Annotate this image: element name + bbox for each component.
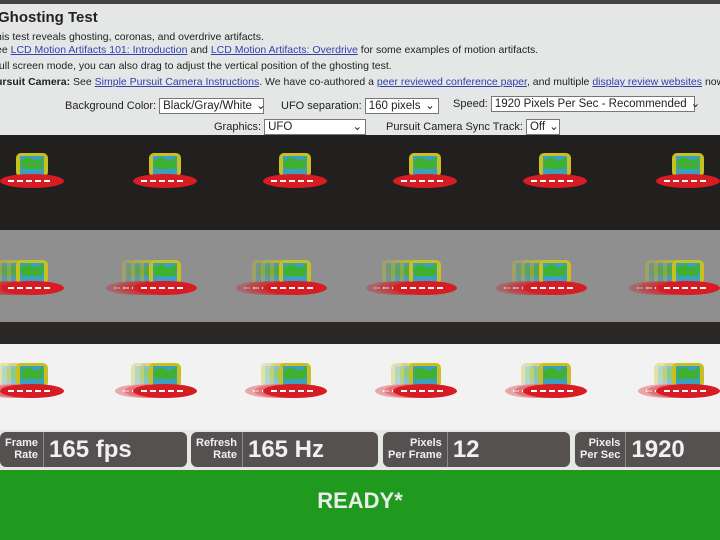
label-line: Rate	[213, 449, 237, 461]
label-line: Pixels	[410, 437, 442, 449]
label: Pursuit Camera Sync Track:	[386, 121, 523, 133]
value: UFO	[268, 121, 293, 133]
chevron-down-icon: ⌄	[549, 121, 559, 133]
label-line: Rate	[14, 449, 39, 461]
value: Black/Gray/White	[163, 100, 252, 112]
text: now use th	[704, 76, 720, 88]
page-title: Ghosting Test	[0, 9, 98, 26]
text: ee	[0, 44, 8, 56]
text: and	[187, 44, 211, 56]
label: Graphics:	[214, 121, 262, 133]
value: 160 pixels	[368, 100, 421, 112]
stat-label: Pixels Per Sec	[575, 432, 627, 467]
text: , and multiple	[526, 76, 593, 88]
ufo-sprite	[393, 153, 457, 188]
link-pursuit-instructions[interactable]: Simple Pursuit Camera Instructions	[95, 76, 260, 88]
stat-value: 12	[452, 436, 480, 463]
label-line: Pixels	[588, 437, 621, 449]
intro-line: his test reveals ghosting, coronas, and …	[0, 31, 264, 43]
speed-select[interactable]: 1920 Pixels Per Sec - Recommended ⌄	[490, 96, 700, 112]
link-review-websites[interactable]: display review websites	[592, 76, 702, 88]
chevron-down-icon: ⌄	[352, 121, 363, 133]
label-line: Refresh	[196, 437, 237, 449]
link-overdrive[interactable]: LCD Motion Artifacts: Overdrive	[211, 44, 358, 56]
label: UFO separation:	[281, 100, 362, 112]
fullscreen-line: full screen mode, you can also drag to a…	[0, 60, 392, 72]
value: 1920 Pixels Per Sec - Recommended	[494, 98, 687, 110]
page-header: Ghosting Test his test reveals ghosting,…	[0, 4, 720, 135]
refresh-rate-stat: Refresh Rate 165 Hz	[191, 432, 378, 467]
separation-select[interactable]: 160 pixels ⌄	[364, 98, 439, 114]
graphics-control: Graphics: UFO ⌄	[214, 119, 367, 135]
label: Speed:	[453, 98, 488, 110]
intro-links-line: ee LCD Motion Artifacts 101: Introductio…	[0, 44, 538, 56]
separation-control: UFO separation: 160 pixels ⌄	[281, 98, 439, 114]
ufo-sprite	[263, 153, 327, 188]
sync-track-select[interactable]: Off ⌄	[525, 119, 560, 135]
stat-value: 165 Hz	[247, 436, 325, 463]
stat-value: 165 fps	[49, 436, 132, 463]
graphics-select[interactable]: UFO ⌄	[264, 119, 367, 135]
background-select[interactable]: Black/Gray/White ⌄	[159, 98, 266, 114]
background-control: Background Color: Black/Gray/White ⌄	[65, 98, 266, 114]
ufo-sprite	[133, 153, 197, 188]
label: ursuit Camera:	[0, 76, 71, 88]
chevron-down-icon: ⌄	[425, 100, 435, 112]
speed-control: Speed: 1920 Pixels Per Sec - Recommended ⌄	[453, 96, 700, 112]
stat-value: 1920	[631, 436, 685, 463]
text: See	[70, 76, 95, 88]
chevron-down-icon: ⌄	[690, 98, 701, 110]
chevron-down-icon: ⌄	[255, 100, 266, 112]
ufo-sprite	[656, 153, 720, 188]
frame-rate-stat: Frame Rate 165 fps	[0, 432, 187, 467]
stat-label: Frame Rate	[0, 432, 45, 467]
stats-bar: Frame Rate 165 fps Refresh Rate 165 Hz Pixel…	[0, 430, 720, 470]
pixels-per-sec-stat: Pixels Per Sec 1920	[575, 432, 720, 467]
label-line: Per Frame	[388, 449, 442, 461]
stat-label: Pixels Per Frame	[383, 432, 448, 467]
label-line: Frame	[5, 437, 39, 449]
ufo-sprite	[523, 153, 587, 188]
pursuit-camera-line: ursuit Camera: See Simple Pursuit Camera…	[0, 76, 720, 88]
text: . We have co-authored a	[259, 76, 377, 88]
link-conference-paper[interactable]: peer reviewed conference paper	[377, 76, 527, 88]
stat-label: Refresh Rate	[191, 432, 243, 467]
status-banner: READY*	[0, 470, 720, 540]
text: for some examples of motion artifacts.	[357, 44, 539, 56]
link-motion-artifacts-intro[interactable]: LCD Motion Artifacts 101: Introduction	[11, 44, 188, 56]
value: Off	[529, 121, 546, 133]
pixels-per-frame-stat: Pixels Per Frame 12	[383, 432, 570, 467]
label-line: Per Sec	[580, 449, 621, 461]
label: Background Color:	[65, 100, 157, 112]
ufo-test-area[interactable]	[0, 135, 720, 430]
ufo-sprite	[0, 153, 64, 188]
sync-track-control: Pursuit Camera Sync Track: Off ⌄	[386, 119, 560, 135]
